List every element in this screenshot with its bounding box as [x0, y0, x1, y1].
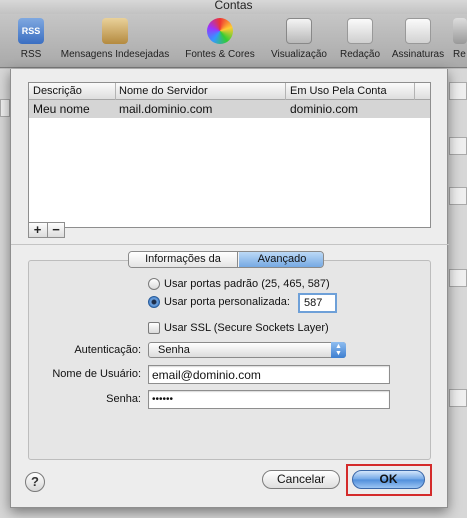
auth-popup[interactable]: Senha ▲ ▼: [148, 342, 346, 358]
toolbar-label: Mensagens Indesejadas: [60, 49, 170, 60]
toolbar-item-fonts-colors[interactable]: Fontes & Cores: [180, 18, 260, 60]
toolbar-item-junk-mail[interactable]: Mensagens Indesejadas: [55, 18, 175, 60]
add-server-button[interactable]: +: [29, 223, 46, 237]
column-header-server[interactable]: Nome do Servidor: [119, 85, 208, 97]
toolbar-item-viewing[interactable]: Visualização: [266, 18, 332, 60]
cell-description: Meu nome: [33, 102, 90, 116]
toolbar-label: Redação: [339, 49, 381, 60]
add-remove-control: + −: [28, 222, 65, 238]
fonts-colors-icon: [207, 18, 233, 44]
background-field: [449, 187, 467, 205]
cell-server: mail.dominio.com: [119, 102, 213, 116]
column-separator: [115, 83, 116, 100]
divider: [11, 244, 449, 245]
cancel-button[interactable]: Cancelar: [262, 470, 340, 489]
background-field: [449, 269, 467, 287]
table-row[interactable]: Meu nome mail.dominio.com dominio.com: [29, 100, 430, 118]
account-settings-sheet: Descrição Nome do Servidor Em Uso Pela C…: [10, 69, 449, 508]
column-separator: [414, 83, 415, 100]
background-field: [0, 99, 10, 117]
signatures-icon: [405, 18, 431, 44]
accounts-table: Descrição Nome do Servidor Em Uso Pela C…: [28, 82, 431, 228]
column-header-description[interactable]: Descrição: [33, 85, 82, 97]
tab-content-box: [28, 260, 431, 460]
toolbar-label: Re: [453, 49, 466, 60]
toolbar-item-signatures[interactable]: Assinaturas: [387, 18, 449, 60]
background-field: [449, 82, 467, 100]
custom-port-radio[interactable]: [148, 296, 160, 308]
password-label: Senha:: [106, 393, 141, 405]
toolbar-label: Fontes & Cores: [185, 49, 255, 60]
toolbar-item-rss[interactable]: RSS RSS: [12, 18, 50, 60]
toolbar-label: RSS: [20, 49, 42, 60]
auth-label: Autenticação:: [74, 344, 141, 356]
default-ports-radio[interactable]: [148, 278, 160, 290]
updown-arrows-icon: ▲ ▼: [331, 342, 346, 358]
composing-icon: [347, 18, 373, 44]
toolbar-item-rules[interactable]: Re: [453, 18, 467, 60]
auth-value: Senha: [158, 344, 190, 356]
password-input[interactable]: ••••••: [148, 390, 390, 409]
default-ports-label: Usar portas padrão (25, 465, 587): [164, 278, 330, 290]
ssl-label: Usar SSL (Secure Sockets Layer): [164, 322, 329, 334]
junk-mail-icon: [102, 18, 128, 44]
rss-icon: RSS: [18, 18, 44, 44]
tab-account-info[interactable]: Informações da Conta: [129, 252, 238, 267]
tab-advanced[interactable]: Avançado: [239, 252, 323, 267]
port-input[interactable]: 587: [298, 293, 337, 313]
background-field: [449, 389, 467, 407]
cell-account: dominio.com: [290, 102, 359, 116]
help-button[interactable]: ?: [25, 472, 45, 492]
table-header: Descrição Nome do Servidor Em Uso Pela C…: [29, 83, 430, 100]
ok-highlight-box: [346, 464, 432, 496]
viewing-icon: [286, 18, 312, 44]
column-separator: [285, 83, 286, 100]
custom-port-label: Usar porta personalizada:: [164, 296, 290, 308]
username-input[interactable]: email@dominio.com: [148, 365, 390, 384]
toolbar-label: Assinaturas: [391, 49, 445, 60]
tab-bar: Informações da Conta Avançado: [128, 251, 324, 268]
column-header-account[interactable]: Em Uso Pela Conta: [290, 85, 387, 97]
window-title: Contas: [0, 0, 467, 14]
toolbar-item-composing[interactable]: Redação: [336, 18, 384, 60]
remove-server-button[interactable]: −: [47, 223, 64, 237]
background-field: [449, 137, 467, 155]
ssl-checkbox[interactable]: [148, 322, 160, 334]
username-label: Nome de Usuário:: [52, 368, 141, 380]
toolbar-label: Visualização: [271, 49, 327, 60]
rules-icon: [453, 18, 467, 44]
preferences-toolbar: RSS RSS Mensagens Indesejadas Fontes & C…: [0, 14, 467, 68]
